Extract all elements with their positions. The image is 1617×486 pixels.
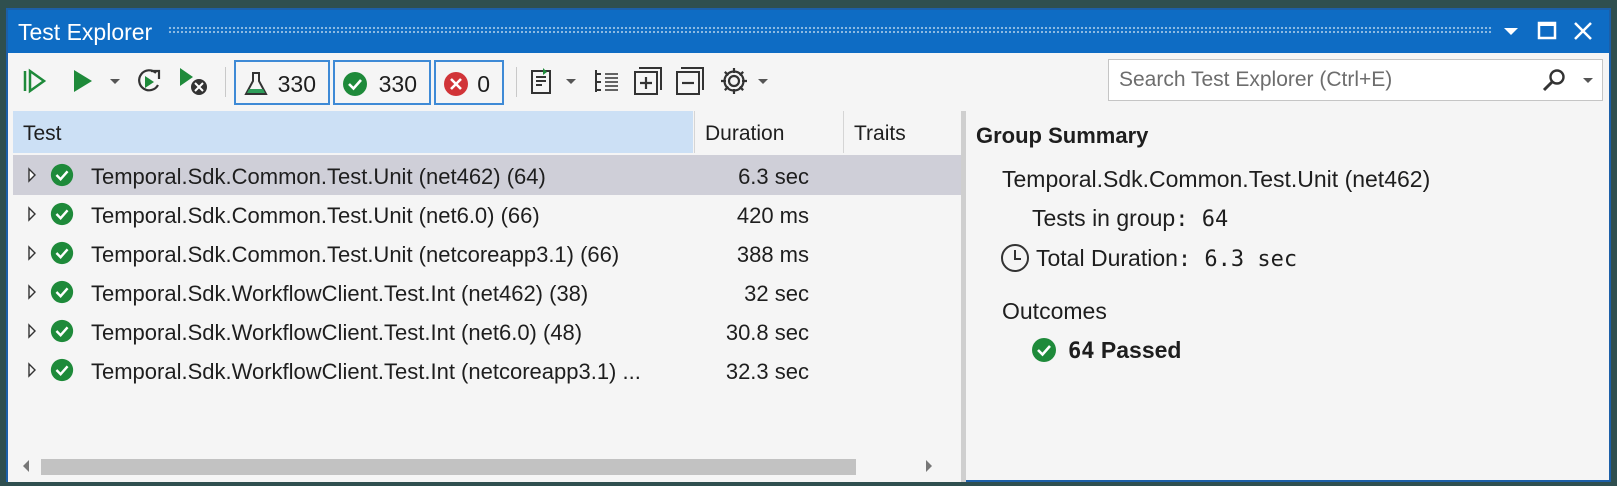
tests-in-group-label: Tests in group — [1032, 205, 1176, 231]
toolbar-separator — [516, 67, 517, 97]
test-duration: 420 ms — [736, 203, 809, 228]
window-menu-button[interactable] — [1497, 16, 1525, 46]
playlist-dropdown[interactable] — [564, 65, 578, 97]
tests-in-group-value: 64 — [1201, 207, 1229, 232]
repeat-last-run-button[interactable] — [134, 65, 164, 97]
test-duration: 30.8 sec — [725, 320, 809, 345]
close-button[interactable] — [1569, 16, 1597, 46]
chevron-down-icon — [110, 79, 120, 84]
expand-arrow-icon[interactable] — [27, 245, 37, 261]
pass-icon — [50, 358, 74, 382]
column-header-test[interactable]: Test — [13, 111, 693, 153]
table-row[interactable]: Temporal.Sdk.Common.Test.Unit (net462) (… — [13, 155, 961, 195]
run-all-button[interactable] — [22, 65, 50, 97]
failed-tests-filter[interactable]: 0 — [434, 60, 504, 105]
test-name: Temporal.Sdk.Common.Test.Unit (netcoreap… — [91, 242, 620, 267]
run-all-icon — [23, 68, 47, 94]
horizontal-scrollbar[interactable] — [13, 454, 948, 476]
run-dropdown[interactable] — [108, 65, 122, 97]
summary-title: Group Summary — [976, 123, 1149, 148]
clock-icon — [1001, 244, 1029, 272]
settings-button[interactable] — [718, 65, 750, 97]
playlist-icon — [531, 68, 551, 94]
test-duration: 32.3 sec — [725, 359, 809, 384]
pass-icon — [50, 319, 74, 343]
scroll-right-icon — [926, 460, 932, 472]
playlist-button[interactable] — [526, 65, 558, 97]
pass-icon — [343, 72, 367, 96]
failed-count: 0 — [477, 71, 490, 97]
test-name: Temporal.Sdk.Common.Test.Unit (net6.0) (… — [91, 203, 540, 228]
test-name: Temporal.Sdk.WorkflowClient.Test.Int (ne… — [91, 359, 641, 384]
test-name: Temporal.Sdk.WorkflowClient.Test.Int (ne… — [91, 320, 583, 345]
total-tests-filter[interactable]: 330 — [234, 60, 330, 105]
table-row[interactable]: Temporal.Sdk.WorkflowClient.Test.Int (ne… — [13, 350, 961, 390]
column-header-duration[interactable]: Duration — [694, 111, 843, 153]
test-explorer-window: Test Explorer 330 330 0 Search Test Expl… — [6, 8, 1611, 482]
tests-in-group: Tests in group: 64 — [1032, 205, 1229, 232]
repeat-last-run-icon — [138, 69, 161, 92]
pass-icon — [1032, 338, 1056, 362]
expand-all-button[interactable] — [632, 65, 664, 97]
run-button[interactable] — [70, 65, 96, 97]
test-name: Temporal.Sdk.Common.Test.Unit (net462) (… — [91, 164, 546, 189]
table-row[interactable]: Temporal.Sdk.WorkflowClient.Test.Int (ne… — [13, 311, 961, 351]
test-duration: 388 ms — [736, 242, 809, 267]
settings-dropdown[interactable] — [756, 65, 770, 97]
title-grip — [168, 26, 1493, 35]
scroll-left-icon — [23, 460, 29, 472]
test-name: Temporal.Sdk.WorkflowClient.Test.Int (ne… — [91, 281, 589, 306]
gear-icon — [721, 68, 747, 94]
group-name: Temporal.Sdk.Common.Test.Unit (net462) — [1002, 166, 1431, 192]
test-list-panel: Test Duration Traits Temporal.Sdk.Common… — [8, 111, 961, 482]
pass-icon — [50, 202, 74, 226]
pass-icon — [50, 163, 74, 187]
expand-arrow-icon[interactable] — [27, 206, 37, 222]
flask-icon — [244, 72, 268, 95]
maximize-button[interactable] — [1533, 16, 1561, 46]
title-bar[interactable]: Test Explorer — [8, 10, 1609, 53]
toolbar-separator — [225, 67, 226, 97]
total-duration-label: Total Duration — [1036, 245, 1178, 271]
scrollbar-thumb[interactable] — [41, 459, 856, 475]
cancel-run-icon — [180, 68, 207, 95]
test-duration: 32 sec — [744, 281, 809, 306]
total-duration: Total Duration: 6.3 sec — [1000, 243, 1297, 273]
collapse-all-icon — [676, 67, 704, 95]
expand-arrow-icon[interactable] — [27, 284, 37, 300]
expand-arrow-icon[interactable] — [27, 362, 37, 378]
table-row[interactable]: Temporal.Sdk.Common.Test.Unit (net6.0) (… — [13, 194, 961, 234]
table-row[interactable]: Temporal.Sdk.WorkflowClient.Test.Int (ne… — [13, 272, 961, 312]
search-placeholder: Search Test Explorer (Ctrl+E) — [1119, 68, 1393, 91]
passed-count: 330 — [378, 71, 417, 97]
pass-icon — [50, 280, 74, 304]
total-duration-value: 6.3 sec — [1204, 247, 1298, 272]
table-row[interactable]: Temporal.Sdk.Common.Test.Unit (netcoreap… — [13, 233, 961, 273]
cancel-run-button[interactable] — [178, 65, 210, 97]
passed-count-value: 64 — [1068, 339, 1095, 364]
run-icon — [74, 70, 92, 92]
test-duration: 6.3 sec — [738, 164, 809, 189]
collapse-all-button[interactable] — [674, 65, 706, 97]
passed-label: Passed — [1100, 337, 1182, 363]
total-count: 330 — [277, 71, 316, 97]
chevron-down-icon — [566, 79, 576, 84]
expand-arrow-icon[interactable] — [27, 323, 37, 339]
chevron-down-icon — [758, 79, 768, 84]
search-icon — [1542, 69, 1565, 92]
column-header-traits[interactable]: Traits — [843, 111, 961, 153]
group-summary-panel: Group Summary Temporal.Sdk.Common.Test.U… — [966, 111, 1609, 482]
chevron-down-icon — [1583, 78, 1593, 83]
group-by-button[interactable] — [592, 65, 622, 97]
window-title: Test Explorer — [18, 19, 153, 45]
expand-all-icon — [634, 67, 662, 95]
hierarchy-icon — [595, 70, 618, 92]
passed-tests-filter[interactable]: 330 — [333, 60, 431, 105]
expand-arrow-icon[interactable] — [27, 167, 37, 183]
outcomes-heading: Outcomes — [1002, 298, 1107, 324]
pass-icon — [50, 241, 74, 265]
search-input[interactable]: Search Test Explorer (Ctrl+E) — [1108, 59, 1603, 101]
fail-icon — [444, 72, 468, 96]
